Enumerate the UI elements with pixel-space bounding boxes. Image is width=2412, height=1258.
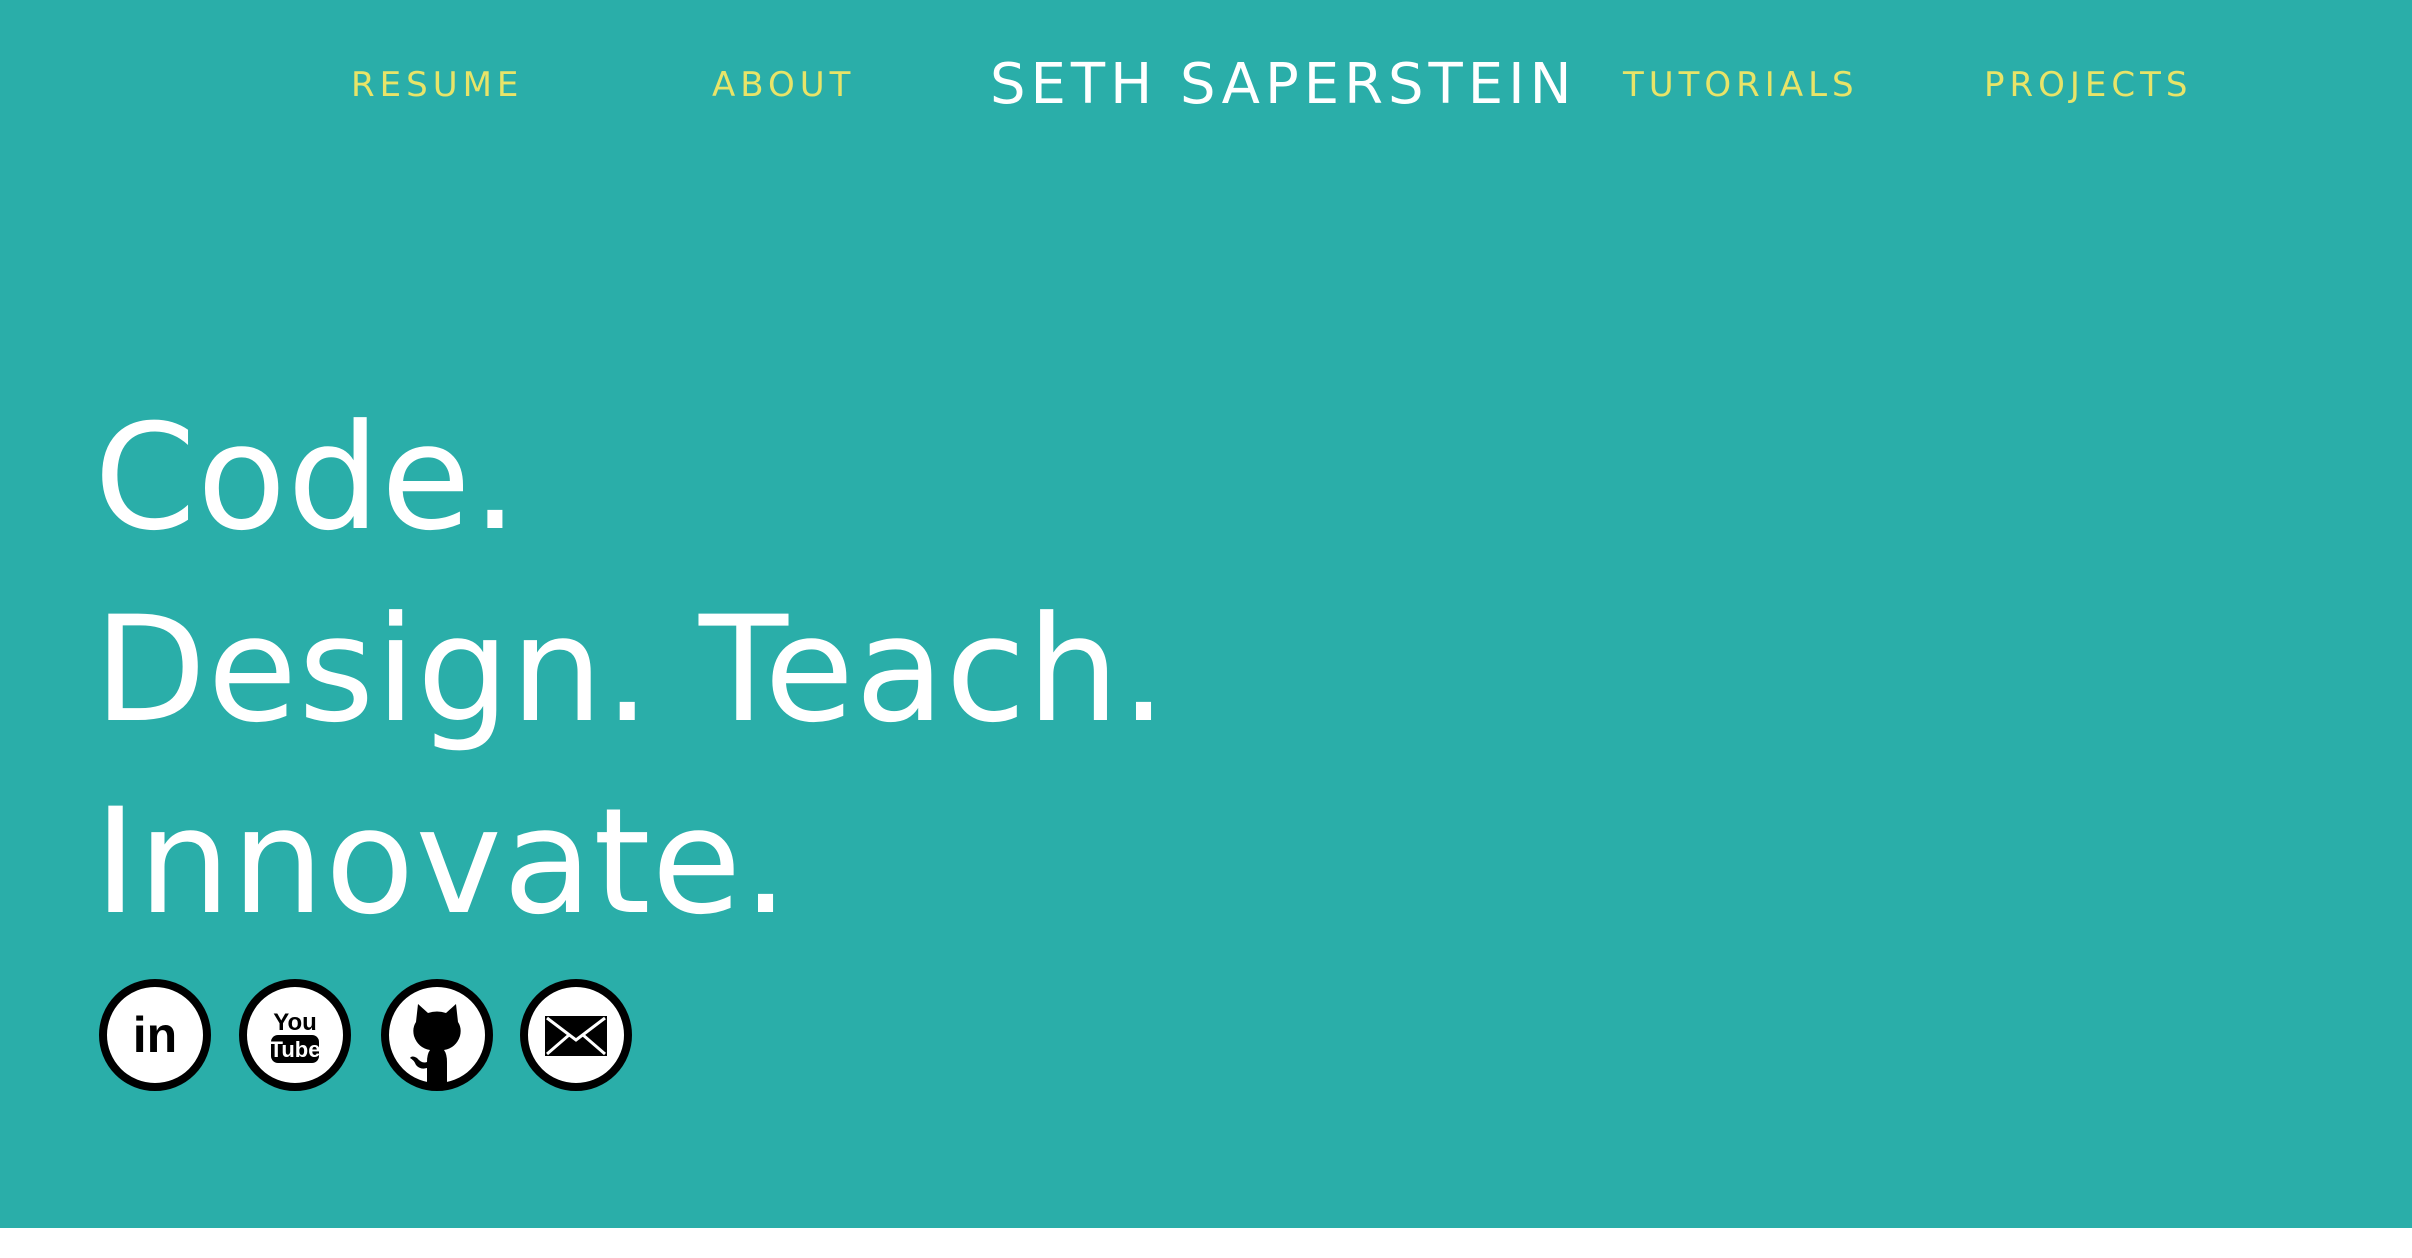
youtube-link[interactable]: You Tube <box>238 978 352 1092</box>
headline-line-3: Innovate. <box>94 777 790 947</box>
site-title[interactable]: SETH SAPERSTEIN <box>990 50 1577 120</box>
email-link[interactable] <box>519 978 633 1092</box>
youtube-icon: You Tube <box>239 979 351 1091</box>
linkedin-label: in <box>133 1007 177 1063</box>
linkedin-icon: in <box>99 979 211 1091</box>
nav-link-projects[interactable]: PROJECTS <box>1984 60 2193 110</box>
nav-link-resume[interactable]: RESUME <box>351 60 523 110</box>
headline-line-1: Code. <box>94 393 520 563</box>
headline-line-2: Design. Teach. <box>94 585 1168 755</box>
nav-link-tutorials[interactable]: TUTORIALS <box>1623 60 1859 110</box>
youtube-label-bottom: Tube <box>270 1037 321 1062</box>
github-icon <box>381 979 493 1091</box>
github-link[interactable] <box>380 978 494 1092</box>
youtube-label-top: You <box>273 1009 317 1036</box>
linkedin-link[interactable]: in <box>98 978 212 1092</box>
email-icon <box>520 979 632 1091</box>
hero-section: RESUME ABOUT SETH SAPERSTEIN TUTORIALS P… <box>0 0 2412 1228</box>
nav-link-about[interactable]: ABOUT <box>712 60 855 110</box>
